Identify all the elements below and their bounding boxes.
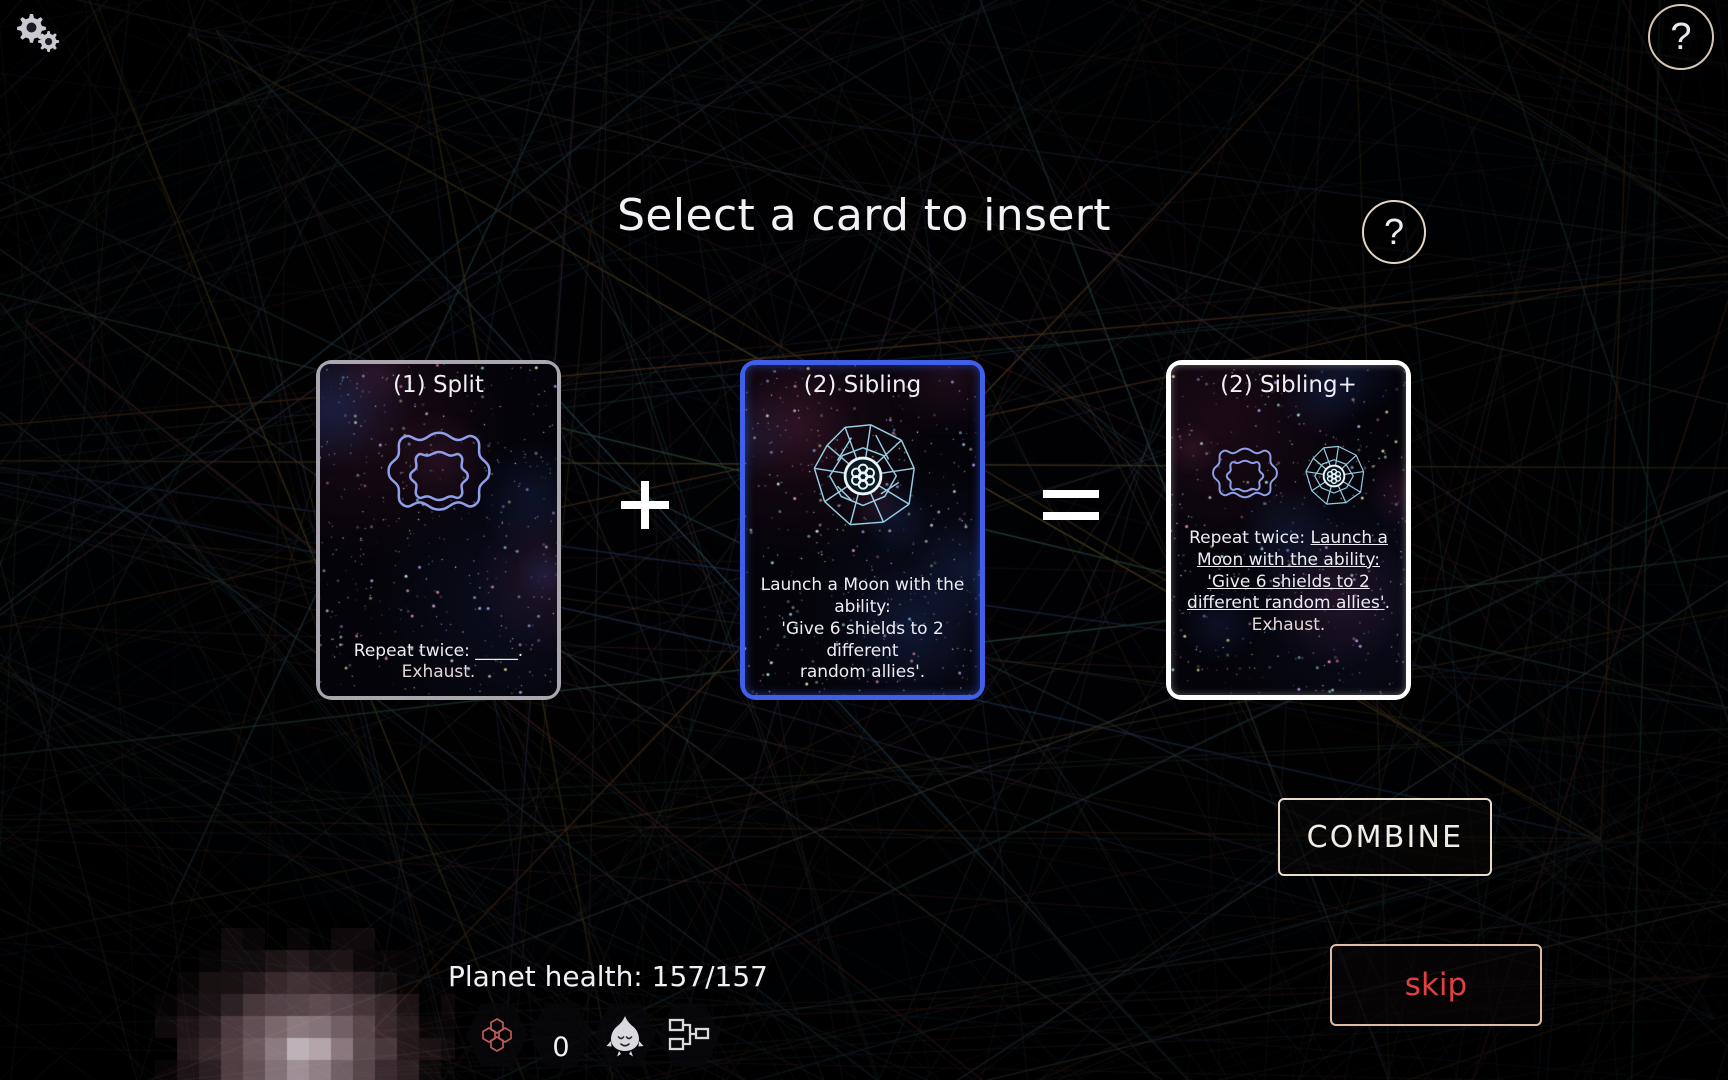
- hud-icon-row: 0: [466, 1002, 720, 1068]
- hex-flower-icon: [482, 1018, 512, 1052]
- question-mark-icon: ?: [1383, 211, 1405, 252]
- hex-count-slot[interactable]: 0: [530, 1002, 592, 1068]
- settings-gear-button[interactable]: [8, 6, 64, 54]
- plus-operator-icon: [615, 475, 675, 535]
- moon-burst-sigil-icon: [1304, 445, 1364, 505]
- gears-icon: [17, 14, 60, 53]
- hex-creature-slot[interactable]: [594, 1002, 656, 1068]
- card-text-line: 'Give 6 shields to 2 different: [781, 618, 944, 661]
- card-text-line: random allies'.: [799, 662, 926, 683]
- equals-icon: [1043, 490, 1099, 520]
- help-button-title[interactable]: ?: [1362, 200, 1426, 264]
- game-screen: ? Select a card to insert ? (1) Split Re…: [0, 0, 1728, 1080]
- card-combination-row: (1) Split Repeat twice: _____. Exhaust.: [0, 360, 1728, 720]
- card-body: (2) Sibling Launch a Moon with the abili…: [740, 360, 985, 700]
- card-text-line: Repeat twice: _____.: [353, 640, 524, 661]
- card-art: [1166, 406, 1411, 546]
- card-text-prefix: Repeat twice:: [1189, 528, 1311, 548]
- moon-burst-sigil-icon: [813, 424, 915, 526]
- card-title: (2) Sibling: [803, 372, 922, 398]
- skip-button-label: skip: [1404, 967, 1468, 1003]
- combine-button[interactable]: COMBINE: [1278, 798, 1492, 876]
- card-art: [316, 406, 561, 546]
- card-text: Repeat twice: _____. Exhaust.: [326, 641, 551, 685]
- card-text-line: Launch a Moon with the ability:: [760, 575, 965, 617]
- split-sigil-icon: [386, 431, 491, 511]
- card-title: (2) Sibling+: [1220, 372, 1357, 398]
- card-title: (1) Split: [393, 372, 484, 398]
- hex-flower-slot[interactable]: [466, 1002, 528, 1068]
- card-sibling-plus-result[interactable]: (2) Sibling+ Repeat twice: Launch a Moon…: [1166, 360, 1411, 700]
- card-text: Repeat twice: Launch a Moon with the abi…: [1176, 528, 1401, 637]
- resource-count: 0: [552, 1032, 570, 1063]
- card-text: Launch a Moon with the ability: 'Give 6 …: [750, 575, 975, 684]
- creature-head-icon: [606, 1016, 644, 1057]
- skip-button[interactable]: skip: [1330, 944, 1542, 1026]
- page-title: Select a card to insert: [617, 190, 1111, 241]
- card-text-exhaust: Exhaust.: [1251, 615, 1326, 635]
- node-tree-icon: [668, 1018, 710, 1051]
- planet-health-label: Planet health: 157/157: [448, 960, 768, 993]
- help-button-corner[interactable]: ?: [1648, 4, 1714, 70]
- card-body: (2) Sibling+ Repeat twice: Launch a Moon…: [1166, 360, 1411, 700]
- split-sigil-icon: [1211, 447, 1278, 499]
- card-text-suffix: .: [1384, 593, 1390, 614]
- card-body: (1) Split Repeat twice: _____. Exhaust.: [316, 360, 561, 700]
- plus-icon: [621, 481, 669, 529]
- card-text-exhaust: Exhaust.: [401, 662, 476, 683]
- combine-button-label: COMBINE: [1306, 819, 1464, 855]
- card-art: [740, 406, 985, 546]
- pink-planet-sprite: [155, 928, 455, 1080]
- card-sibling[interactable]: (2) Sibling Launch a Moon with the abili…: [740, 360, 985, 700]
- question-mark-icon: ?: [1670, 16, 1692, 58]
- equals-operator-icon: [1040, 480, 1102, 530]
- hex-node-tree-slot[interactable]: [658, 1002, 720, 1068]
- card-split[interactable]: (1) Split Repeat twice: _____. Exhaust.: [316, 360, 561, 700]
